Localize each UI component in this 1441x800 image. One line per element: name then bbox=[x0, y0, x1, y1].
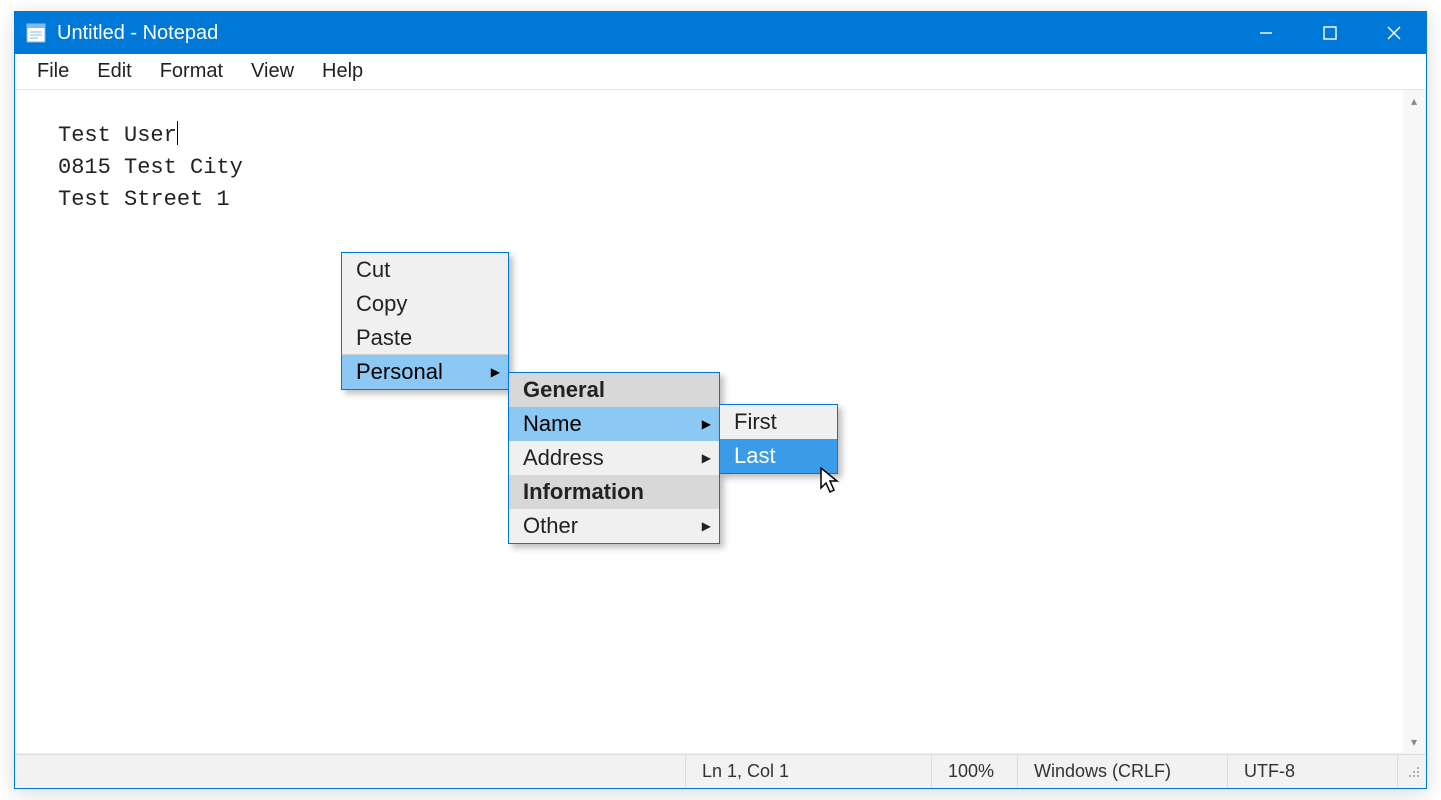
menu-item-label: Name bbox=[523, 411, 582, 437]
notepad-window: Untitled - Notepad File Edit Format View… bbox=[14, 11, 1427, 789]
scroll-up-icon[interactable]: ▴ bbox=[1403, 90, 1425, 112]
menu-format[interactable]: Format bbox=[146, 56, 237, 87]
titlebar: Untitled - Notepad bbox=[15, 12, 1426, 54]
menu-item-cut[interactable]: Cut bbox=[342, 253, 508, 287]
editor-line: 0815 Test City bbox=[58, 155, 243, 180]
minimize-button[interactable] bbox=[1234, 12, 1298, 54]
menu-item-address[interactable]: Address ▶ bbox=[509, 441, 719, 475]
menubar: File Edit Format View Help bbox=[15, 54, 1426, 90]
context-menu: Cut Copy Paste Personal ▶ bbox=[341, 252, 509, 390]
menu-item-label: First bbox=[734, 409, 777, 435]
status-lineending: Windows (CRLF) bbox=[1017, 755, 1227, 788]
menu-item-label: Other bbox=[523, 513, 578, 539]
menu-item-first[interactable]: First bbox=[720, 405, 837, 439]
menu-item-label: Personal bbox=[356, 359, 443, 385]
menu-item-other[interactable]: Other ▶ bbox=[509, 509, 719, 543]
submenu-name: First Last bbox=[719, 404, 838, 474]
submenu-arrow-icon: ▶ bbox=[702, 417, 711, 431]
status-position: Ln 1, Col 1 bbox=[685, 755, 931, 788]
menu-header-general: General bbox=[509, 373, 719, 407]
editor-line: Test Street 1 bbox=[58, 187, 230, 212]
menu-item-label: Cut bbox=[356, 257, 390, 283]
text-caret bbox=[177, 121, 179, 145]
menu-item-copy[interactable]: Copy bbox=[342, 287, 508, 321]
status-encoding: UTF-8 bbox=[1227, 755, 1397, 788]
submenu-arrow-icon: ▶ bbox=[491, 365, 500, 379]
menu-item-last[interactable]: Last bbox=[720, 439, 837, 473]
resize-grip-icon[interactable] bbox=[1397, 755, 1426, 788]
status-zoom: 100% bbox=[931, 755, 1017, 788]
menu-item-personal[interactable]: Personal ▶ bbox=[342, 355, 508, 389]
menu-help[interactable]: Help bbox=[308, 56, 377, 87]
menu-item-label: Last bbox=[734, 443, 776, 469]
menu-file[interactable]: File bbox=[23, 56, 83, 87]
menu-item-label: Copy bbox=[356, 291, 407, 317]
menu-item-label: Information bbox=[523, 479, 644, 505]
submenu-personal: General Name ▶ Address ▶ Information Oth… bbox=[508, 372, 720, 544]
status-spacer bbox=[15, 755, 685, 788]
menu-item-paste[interactable]: Paste bbox=[342, 321, 508, 355]
submenu-arrow-icon: ▶ bbox=[702, 451, 711, 465]
close-button[interactable] bbox=[1362, 12, 1426, 54]
menu-item-name[interactable]: Name ▶ bbox=[509, 407, 719, 441]
menu-item-label: General bbox=[523, 377, 605, 403]
menu-view[interactable]: View bbox=[237, 56, 308, 87]
vertical-scrollbar[interactable]: ▴ ▾ bbox=[1403, 90, 1425, 753]
menu-item-label: Paste bbox=[356, 325, 412, 351]
submenu-arrow-icon: ▶ bbox=[702, 519, 711, 533]
editor-line: Test User bbox=[58, 123, 177, 148]
statusbar: Ln 1, Col 1 100% Windows (CRLF) UTF-8 bbox=[15, 754, 1426, 788]
maximize-button[interactable] bbox=[1298, 12, 1362, 54]
menu-item-label: Address bbox=[523, 445, 604, 471]
notepad-icon bbox=[25, 22, 47, 44]
scroll-down-icon[interactable]: ▾ bbox=[1403, 731, 1425, 753]
window-title: Untitled - Notepad bbox=[57, 22, 218, 45]
menu-edit[interactable]: Edit bbox=[83, 56, 145, 87]
menu-header-information: Information bbox=[509, 475, 719, 509]
